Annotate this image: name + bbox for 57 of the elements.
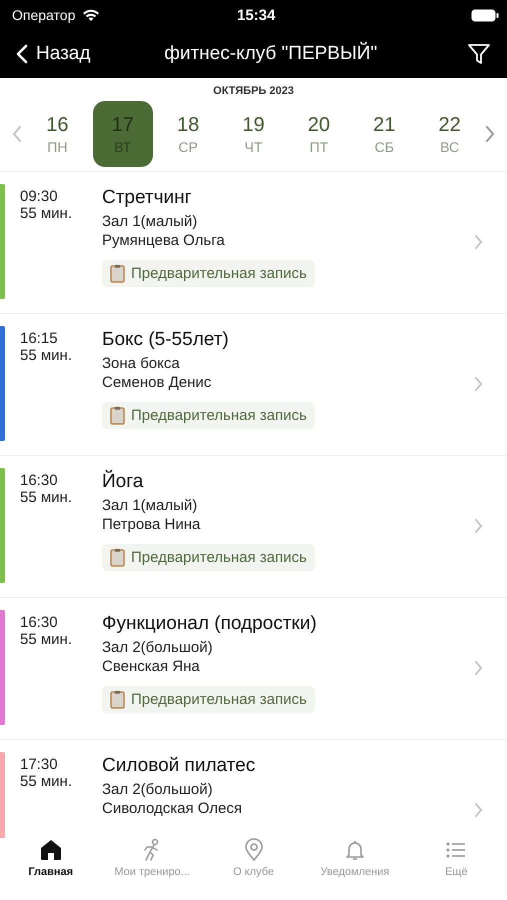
screen-title: фитнес-клуб "ПЕРВЫЙ"	[163, 43, 378, 65]
class-trainer: Свенская Яна	[102, 657, 200, 676]
chevron-right-icon[interactable]	[474, 518, 483, 534]
chevron-right-icon[interactable]	[474, 234, 483, 250]
class-trainer: Сиволодская Олеся	[102, 799, 242, 818]
class-time: 16:15	[20, 330, 59, 347]
class-room: Зал 1(малый)	[102, 212, 198, 231]
class-duration: 55 мин.	[20, 347, 73, 364]
class-duration: 55 мин.	[20, 489, 73, 506]
day-tab[interactable]: 22 ВС	[420, 101, 480, 167]
class-room: Зона бокса	[102, 354, 180, 373]
class-title: Бокс (5-55лет)	[102, 329, 229, 351]
class-time: 17:30	[20, 756, 59, 773]
class-room: Зал 2(большой)	[102, 638, 213, 657]
battery-icon	[471, 8, 499, 22]
class-trainer: Семенов Денис	[102, 373, 212, 392]
class-duration: 55 мин.	[20, 631, 73, 648]
chevron-right-icon[interactable]	[474, 802, 483, 818]
home-icon	[38, 838, 63, 862]
class-time: 16:30	[20, 614, 59, 631]
chevron-right-icon[interactable]	[474, 660, 483, 676]
class-duration: 55 мин.	[20, 773, 73, 790]
carrier-name: Оператор	[12, 7, 76, 23]
day-tab[interactable]: 21 СБ	[354, 101, 414, 167]
class-duration: 55 мин.	[20, 205, 73, 222]
booking-label: Предварительная запись	[131, 265, 307, 282]
tab-bar-item[interactable]: Главная	[0, 838, 102, 894]
class-trainer: Румянцева Ольга	[102, 231, 225, 250]
wifi-icon	[81, 8, 102, 22]
day-tab[interactable]: 19 ЧТ	[224, 101, 284, 167]
class-time: 16:30	[20, 472, 59, 489]
status-time: 15:34	[236, 6, 276, 24]
class-trainer: Петрова Нина	[102, 515, 200, 534]
day-tab[interactable]: 20 ПТ	[288, 101, 349, 167]
clipboard-icon	[110, 406, 125, 425]
class-room: Зал 1(малый)	[102, 496, 198, 515]
class-title: Силовой пилатес	[102, 755, 256, 777]
booking-label: Предварительная запись	[131, 691, 307, 708]
filter-icon[interactable]	[467, 42, 491, 66]
day-tab[interactable]: 18 СР	[158, 101, 218, 167]
chevron-left-icon[interactable]	[12, 125, 22, 143]
chevron-right-icon[interactable]	[474, 376, 483, 392]
booking-label: Предварительная запись	[131, 407, 307, 424]
month-label: ОКТЯБРЬ 2023	[212, 84, 295, 99]
chevron-right-icon[interactable]	[485, 125, 495, 143]
clipboard-icon	[110, 548, 125, 567]
booking-label: Предварительная запись	[131, 549, 307, 566]
chevron-left-icon	[16, 44, 28, 64]
class-title: Йога	[102, 471, 144, 493]
class-room: Зал 2(большой)	[102, 780, 213, 799]
day-tab[interactable]: 16 ПН	[27, 101, 88, 167]
class-time: 09:30	[20, 188, 59, 205]
class-title: Стретчинг	[102, 187, 192, 209]
class-title: Функционал (подростки)	[102, 613, 317, 635]
clipboard-icon	[110, 264, 125, 283]
clipboard-icon	[110, 690, 125, 709]
back-button[interactable]: Назад	[16, 43, 90, 65]
